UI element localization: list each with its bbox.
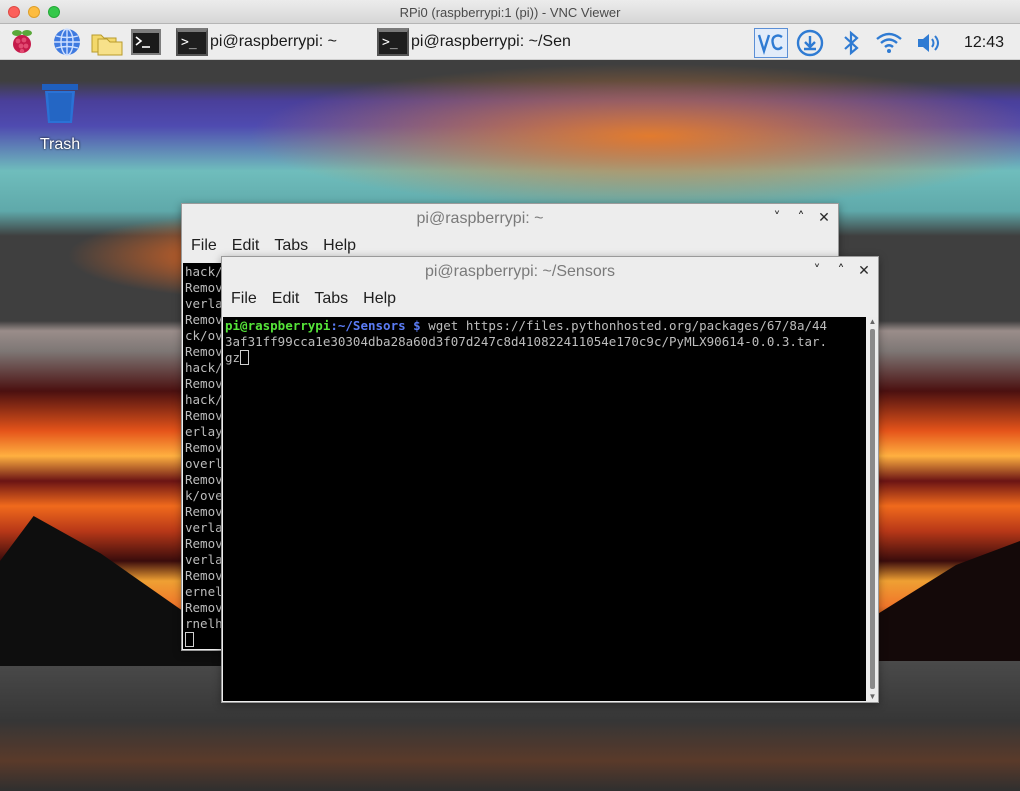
maximize-button[interactable]: ˄ (833, 263, 849, 279)
terminal-line: Remov (185, 504, 223, 519)
taskbar-item-home-terminal[interactable]: >_ pi@raspberrypi: ~ (176, 27, 337, 57)
wifi-icon[interactable] (874, 28, 904, 58)
menu-help[interactable]: Help (363, 290, 396, 308)
terminal-line: Remov (185, 440, 223, 455)
menu-edit[interactable]: Edit (272, 290, 300, 308)
scroll-up-arrow[interactable]: ▲ (868, 317, 877, 326)
terminal-launcher-icon[interactable] (130, 27, 162, 57)
terminal-menubar: File Edit Tabs Help (222, 287, 878, 311)
taskbar-item-label: pi@raspberrypi: ~/Sen (411, 33, 571, 50)
rpi-taskbar: >_ pi@raspberrypi: ~ >_ pi@raspberrypi: … (0, 24, 1020, 60)
terminal-line: erlay (185, 424, 223, 439)
bluetooth-icon[interactable] (836, 28, 866, 58)
terminal-cursor (185, 632, 194, 647)
menu-help[interactable]: Help (323, 237, 356, 255)
terminal-line: Remov (185, 568, 223, 583)
volume-icon[interactable] (914, 28, 944, 58)
menu-file[interactable]: File (231, 290, 257, 308)
scrollbar-thumb[interactable] (870, 329, 875, 689)
terminal-line: gz (225, 350, 866, 366)
maximize-button[interactable]: ˄ (793, 210, 809, 226)
terminal-line: Remov (185, 344, 223, 359)
terminal-line: verla (185, 520, 223, 535)
terminal-icon: >_ (377, 28, 409, 56)
vnc-window-title: RPi0 (raspberrypi:1 (pi)) - VNC Viewer (399, 5, 621, 20)
vnc-window-titlebar: RPi0 (raspberrypi:1 (pi)) - VNC Viewer (0, 0, 1020, 24)
taskbar-item-label: pi@raspberrypi: ~ (210, 33, 337, 50)
terminal-line: Remov (185, 376, 223, 391)
terminal-line: hack/ (185, 360, 223, 375)
terminal-titlebar[interactable]: pi@raspberrypi: ~/Sensors ˅ ˄ ✕ (222, 257, 878, 287)
command-text: gz (225, 350, 241, 365)
taskbar-item-sensors-terminal[interactable]: >_ pi@raspberrypi: ~/Sen (377, 27, 571, 57)
clock[interactable]: 12:43 (964, 34, 1004, 52)
terminal-line: Remov (185, 472, 223, 487)
terminal-line: pi@raspberrypi:~/Sensors $ wget https://… (225, 318, 866, 334)
wallpaper-mountain-right (860, 541, 1020, 661)
terminal-line: Remov (185, 536, 223, 551)
terminal-line: verla (185, 296, 223, 311)
close-button[interactable]: ✕ (856, 263, 872, 279)
command-text: wget https://files.pythonhosted.org/pack… (420, 318, 828, 333)
terminal-output[interactable]: pi@raspberrypi:~/Sensors $ wget https://… (223, 317, 866, 701)
terminal-line: Remov (185, 312, 223, 327)
terminal-line: Remov (185, 280, 223, 295)
terminal-window-sensors[interactable]: pi@raspberrypi: ~/Sensors ˅ ˄ ✕ File Edi… (221, 256, 879, 703)
menu-edit[interactable]: Edit (232, 237, 260, 255)
terminal-cursor (240, 350, 250, 365)
scroll-down-arrow[interactable]: ▼ (868, 692, 877, 701)
terminal-lines: hack/Remov verla Remov ck/ov Remov hack/Remov… (185, 264, 223, 632)
menu-file[interactable]: File (191, 237, 217, 255)
minimize-button[interactable]: ˅ (769, 210, 785, 226)
prompt-user: pi@raspberrypi (225, 318, 331, 333)
trash-desktop-icon[interactable]: Trash (34, 81, 86, 154)
terminal-line: hack/ (185, 264, 223, 279)
trash-icon (42, 84, 78, 123)
file-manager-icon[interactable] (90, 27, 124, 57)
terminal-line: rnelh (185, 616, 223, 631)
terminal-title: pi@raspberrypi: ~/Sensors (424, 263, 616, 280)
terminal-line: 3af31ff99cca1e30304dba28a60d3f07d247c8d4… (225, 334, 828, 349)
prompt-path: :~/Sensors $ (330, 318, 421, 333)
minimize-button[interactable]: ˅ (809, 263, 825, 279)
terminal-scrollbar[interactable]: ▲ ▼ (867, 317, 878, 701)
terminal-titlebar[interactable]: pi@raspberrypi: ~ ˅ ˄ ✕ (182, 204, 838, 234)
terminal-title: pi@raspberrypi: ~ (416, 210, 544, 227)
terminal-line: hack/ (185, 392, 223, 407)
terminal-line: ernel (185, 584, 223, 599)
close-button[interactable]: ✕ (816, 210, 832, 226)
terminal-line: ck/ov (185, 328, 223, 343)
terminal-line: Remov (185, 408, 223, 423)
terminal-line: Remov (185, 600, 223, 615)
trash-label: Trash (39, 136, 81, 153)
update-icon[interactable] (795, 28, 825, 58)
menu-tabs[interactable]: Tabs (314, 290, 348, 308)
raspberry-menu-icon[interactable] (7, 27, 37, 57)
vnc-icon[interactable] (754, 28, 788, 58)
terminal-output[interactable]: hack/Remov verla Remov ck/ov Remov hack/Remov… (183, 263, 223, 649)
web-browser-icon[interactable] (52, 27, 82, 57)
terminal-line: overl (185, 456, 223, 471)
terminal-line: verla (185, 552, 223, 567)
terminal-line: k/ove (185, 488, 223, 503)
menu-tabs[interactable]: Tabs (274, 237, 308, 255)
terminal-menubar: File Edit Tabs Help (182, 234, 838, 258)
terminal-icon: >_ (176, 28, 208, 56)
